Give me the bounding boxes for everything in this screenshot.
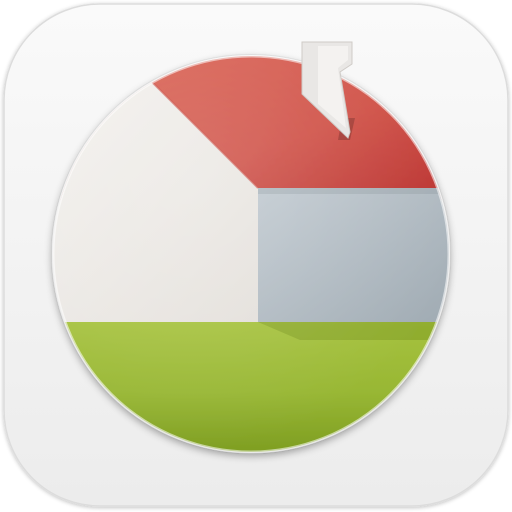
icon-canvas xyxy=(0,0,512,512)
app-icon-tile[interactable] xyxy=(0,0,512,512)
house-disc-icon xyxy=(3,3,509,507)
